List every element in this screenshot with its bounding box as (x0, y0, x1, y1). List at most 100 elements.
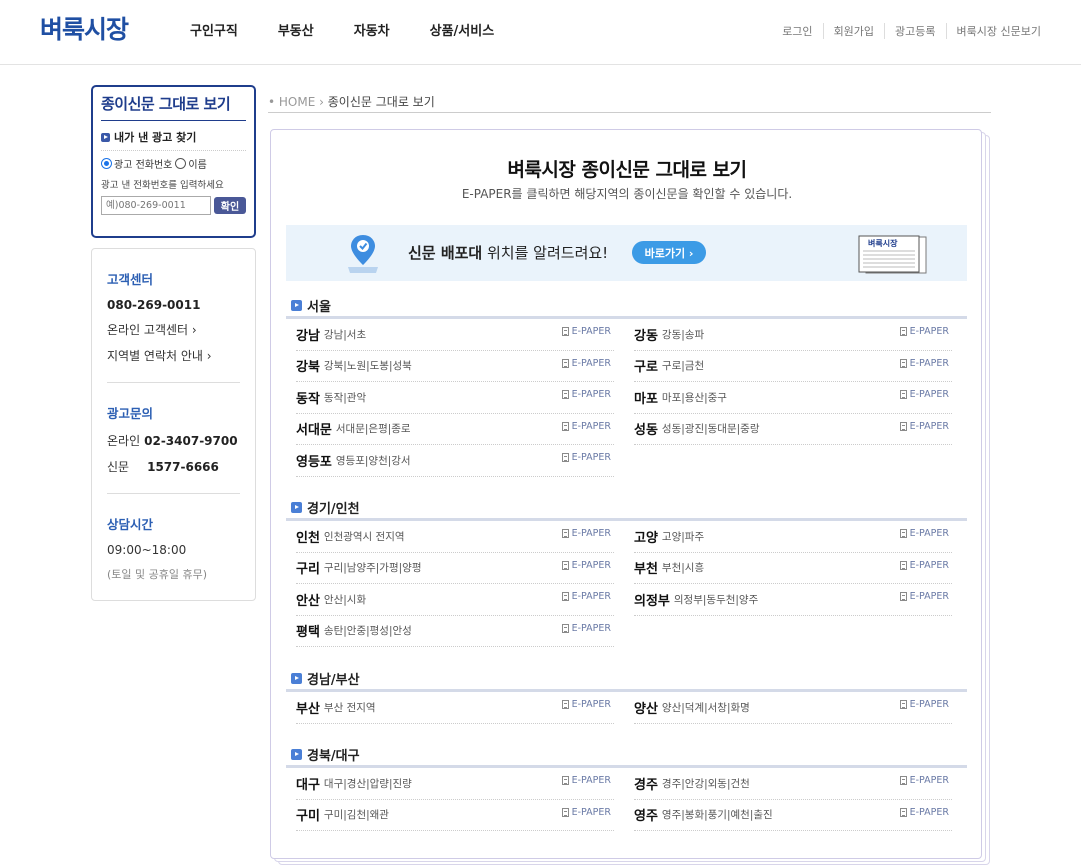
city-districts: 구미|김천|왜관 (323, 809, 389, 822)
city-item: 마포 마포|용산|중구 E-PAPER (634, 382, 952, 414)
city-item: 대구 대구|경산|압량|진량 E-PAPER (296, 768, 614, 800)
epaper-link[interactable]: E-PAPER (561, 591, 611, 602)
epaper-link[interactable]: E-PAPER (561, 528, 611, 539)
nav-cars[interactable]: 자동차 (354, 20, 390, 39)
radio-name[interactable] (175, 158, 187, 169)
city-item: 강북 강북|노원|도봉|성북 E-PAPER (296, 351, 614, 382)
epaper-link[interactable]: E-PAPER (561, 421, 611, 432)
epaper-link[interactable]: E-PAPER (561, 357, 611, 369)
input-hint: 광고 낸 전화번호를 입력하세요 (101, 180, 224, 191)
radio-phone[interactable] (101, 158, 112, 169)
city-districts: 영주|봉화|풍기|예천|출진 (661, 809, 773, 822)
city-grid: 부산 부산 전지역 E-PAPER 양산 양산|덕계|서창|화명 E-PAPER (286, 692, 967, 724)
radio-name-label: 이름 (188, 160, 207, 171)
hours-note: (토일 및 공휴일 휴무) (107, 568, 208, 581)
radio-phone-label: 광고 전화번호 (114, 160, 173, 171)
document-icon (899, 776, 907, 785)
city-districts: 안산|시화 (323, 593, 367, 606)
document-icon (561, 358, 569, 368)
epaper-label: E-PAPER (571, 591, 611, 602)
epaper-link[interactable]: E-PAPER (899, 358, 949, 369)
document-icon (561, 327, 569, 336)
city-districts: 강북|노원|도봉|성북 (323, 360, 412, 373)
banner-text-bold: 신문 배포대 (408, 244, 483, 262)
region-title: 경기/인천 (307, 502, 360, 517)
city-item: 의정부 의정부|동두천|양주 E-PAPER (634, 584, 952, 616)
epaper-panel: 벼룩시장 종이신문 그대로 보기 E-PAPER를 클릭하면 해당지역의 종이신… (270, 129, 990, 865)
epaper-link[interactable]: E-PAPER (899, 560, 949, 571)
city-districts: 부산 전지역 (323, 701, 376, 714)
online-cs-link[interactable]: 온라인 고객센터 › (107, 321, 240, 338)
region-section: 경북/대구 대구 대구|경산|압량|진량 E-PAPER 경주 경주|안강|외동|건천 E-… (286, 744, 967, 831)
epaper-label: E-PAPER (909, 528, 949, 539)
city-item: 성동 성동|광진|동대문|중랑 E-PAPER (634, 414, 952, 445)
epaper-link[interactable]: E-PAPER (561, 699, 611, 710)
breadcrumb-home[interactable]: • HOME (268, 95, 315, 109)
epaper-link[interactable]: E-PAPER (899, 326, 949, 337)
newspaper-icon: 벼룩시장 (858, 235, 927, 274)
city-item: 구로 구로|금천 E-PAPER (634, 351, 952, 382)
nav-realestate[interactable]: 부동산 (278, 20, 314, 39)
region-header: 경남/부산 (286, 668, 967, 692)
epaper-link[interactable]: E-PAPER (561, 389, 611, 400)
epaper-label: E-PAPER (571, 806, 611, 818)
logo[interactable]: 벼룩시장 (40, 10, 129, 46)
nav-jobs[interactable]: 구인구직 (190, 20, 238, 39)
region-title: 경북/대구 (307, 749, 360, 764)
main-subtitle: E-PAPER를 클릭하면 해당지역의 종이신문을 확인할 수 있습니다. (461, 187, 793, 201)
region-header: 서울 (286, 295, 967, 319)
city-districts: 서대문|은평|종로 (335, 423, 411, 436)
confirm-button[interactable]: 확인 (214, 197, 246, 214)
main-title: 벼룩시장 종이신문 그대로 보기 (507, 159, 747, 181)
document-icon (899, 807, 907, 817)
phone-input[interactable] (101, 196, 211, 215)
ad-inquiry-title: 광고문의 (107, 406, 154, 421)
city-name: 강동 (634, 328, 658, 344)
city-item: 서대문 서대문|은평|종로 E-PAPER (296, 414, 614, 445)
nav-goods[interactable]: 상품/서비스 (430, 20, 495, 39)
region-title: 서울 (307, 300, 331, 315)
epaper-link[interactable]: E-PAPER (561, 806, 611, 818)
cs-title: 고객센터 (107, 272, 154, 287)
epaper-link[interactable]: E-PAPER (561, 623, 611, 634)
epaper-link[interactable]: E-PAPER (561, 560, 611, 571)
login-link[interactable]: 로그인 (772, 23, 822, 39)
epaper-label: E-PAPER (571, 357, 611, 369)
city-name: 구미 (296, 809, 320, 825)
epaper-link[interactable]: E-PAPER (561, 452, 611, 463)
document-icon (561, 700, 569, 709)
epaper-link[interactable]: E-PAPER (899, 807, 949, 818)
epaper-label: E-PAPER (571, 528, 611, 539)
epaper-link[interactable]: E-PAPER (899, 775, 949, 786)
epaper-label: E-PAPER (571, 775, 611, 786)
goto-button[interactable]: 바로가기 › (632, 241, 706, 264)
document-icon (899, 421, 907, 431)
document-icon (561, 592, 569, 601)
epaper-link[interactable]: E-PAPER (561, 326, 611, 337)
newspaper-view-link[interactable]: 벼룩시장 신문보기 (945, 23, 1041, 39)
main-nav: 구인구직 부동산 자동차 상품/서비스 (190, 20, 534, 39)
epaper-box-title: 종이신문 그대로 보기 (101, 93, 246, 121)
epaper-link[interactable]: E-PAPER (899, 421, 949, 432)
region-arrow-icon (291, 749, 302, 760)
city-districts: 성동|광진|동대문|중랑 (661, 423, 760, 436)
city-districts: 부천|시흥 (661, 562, 705, 575)
epaper-link[interactable]: E-PAPER (899, 699, 949, 710)
epaper-link[interactable]: E-PAPER (899, 389, 949, 400)
city-item: 동작 동작|관악 E-PAPER (296, 382, 614, 414)
city-name: 영주 (634, 809, 658, 825)
location-pin-icon (348, 235, 378, 273)
epaper-link[interactable]: E-PAPER (561, 775, 611, 786)
breadcrumb-current: 종이신문 그대로 보기 (327, 95, 435, 109)
epaper-link[interactable]: E-PAPER (899, 591, 949, 602)
regional-contact-link[interactable]: 지역별 연락처 안내 › (107, 347, 240, 364)
document-icon (899, 592, 907, 601)
epaper-link[interactable]: E-PAPER (899, 528, 949, 539)
ad-register-link[interactable]: 광고등록 (884, 23, 945, 39)
epaper-label: E-PAPER (571, 389, 611, 400)
signup-link[interactable]: 회원가입 (822, 23, 884, 39)
region-section: 서울 강남 강남|서초 E-PAPER 강동 강동|송파 E-PAPER 강북 강북|노원|도봉… (286, 295, 967, 477)
city-item: 부천 부천|시흥 E-PAPER (634, 553, 952, 584)
city-item: 구리 구리|남양주|가평|양평 E-PAPER (296, 553, 614, 584)
city-item: 양산 양산|덕계|서창|화명 E-PAPER (634, 692, 952, 724)
